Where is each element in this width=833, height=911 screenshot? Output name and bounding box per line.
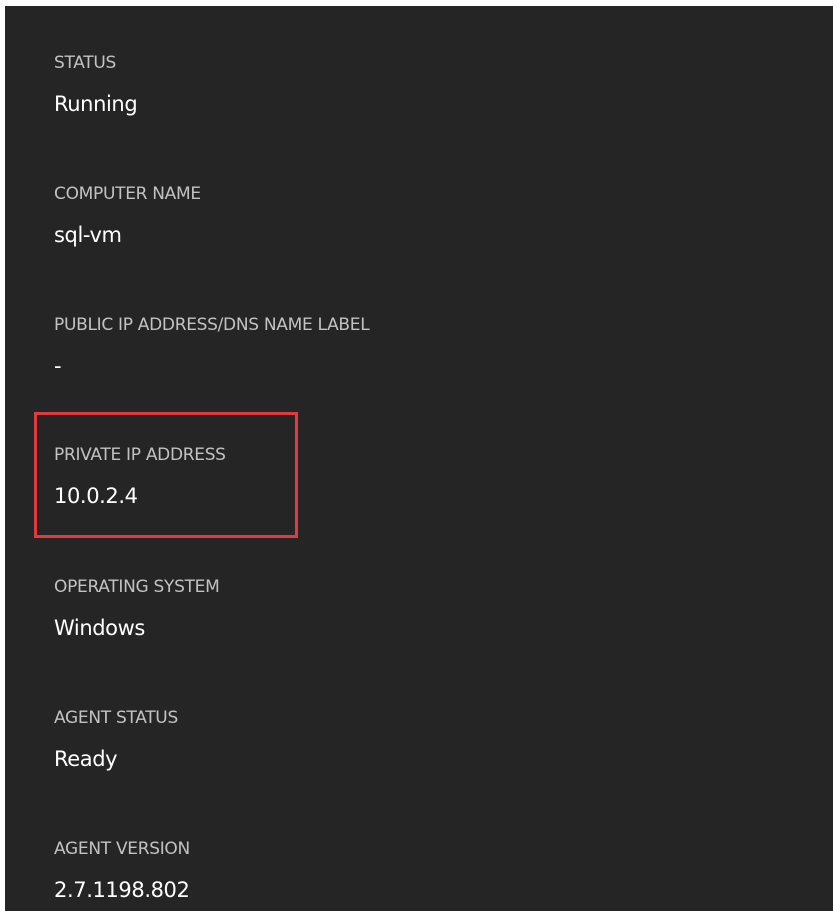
property-value: Windows: [54, 616, 145, 640]
property-label: AGENT STATUS: [54, 708, 178, 728]
property-label: OPERATING SYSTEM: [54, 577, 220, 597]
vm-properties-panel: STATUS Running COMPUTER NAME sql-vm PUBL…: [5, 6, 833, 911]
property-label: AGENT VERSION: [54, 839, 190, 859]
property-value: 2.7.1198.802: [54, 878, 190, 902]
property-value: Ready: [54, 747, 118, 771]
property-value: sql-vm: [54, 223, 122, 247]
property-label: PUBLIC IP ADDRESS/DNS NAME LABEL: [54, 315, 370, 335]
property-label: PRIVATE IP ADDRESS: [54, 445, 226, 465]
property-value: 10.0.2.4: [54, 484, 138, 508]
property-label: STATUS: [54, 53, 116, 73]
property-value: Running: [54, 92, 138, 116]
highlight-box: [34, 412, 298, 538]
property-label: COMPUTER NAME: [54, 184, 201, 204]
property-value: -: [54, 354, 62, 378]
